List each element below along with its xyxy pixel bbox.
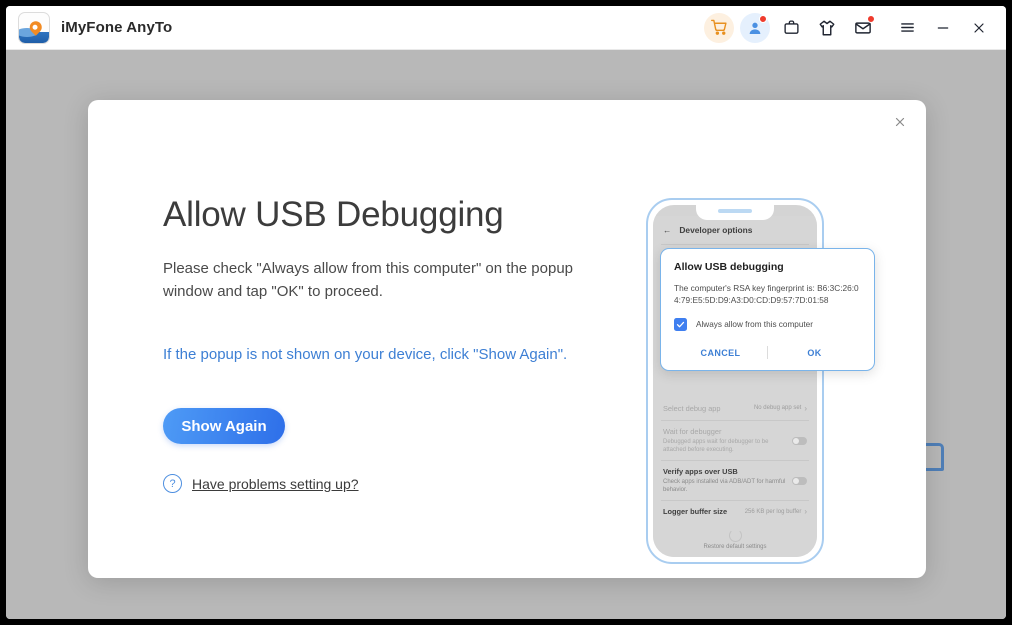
always-allow-checkbox-row[interactable]: Always allow from this computer [674,317,861,331]
question-mark-icon: ? [163,474,182,493]
usb-debugging-modal: Allow USB Debugging Please check "Always… [88,100,926,578]
always-allow-checkbox[interactable] [674,317,687,331]
map-pin-logo-icon [18,11,50,44]
modal-close-icon[interactable] [888,110,912,134]
settings-row-subtitle: Check apps installed via ADB/ADT for har… [663,479,786,494]
minimize-icon[interactable] [928,13,958,43]
modal-content: Allow USB Debugging Please check "Always… [163,195,623,493]
menu-icon[interactable] [892,13,922,43]
phone-notch [696,205,774,220]
settings-row-subtitle: Debugged apps wait for debugger to be at… [663,438,769,454]
settings-header: ← Developer options [661,216,809,244]
settings-row[interactable]: Wait for debugger Debugged apps wait for… [661,419,809,460]
back-arrow-icon[interactable]: ← [663,225,671,235]
help-link-label: Have problems setting up? [192,475,359,492]
app-title: iMyFone AnyTo [61,19,173,36]
dialog-ok-button[interactable]: OK [768,344,861,362]
brand: iMyFone AnyTo [18,11,173,44]
settings-row-title: Select debug app [663,403,721,413]
settings-title: Developer options [679,225,753,235]
page-title: Allow USB Debugging [163,195,504,234]
android-usb-debugging-dialog: Allow USB debugging The computer's RSA k… [660,248,875,371]
dialog-actions: CANCEL OK [674,344,861,362]
restore-defaults-row[interactable]: Restore default settings [661,529,809,550]
settings-row-title: Verify apps over USB [663,467,738,477]
dialog-body-text: The computer's RSA key fingerprint is: B… [674,283,859,306]
app-window: iMyFone AnyTo Allow USB Debugging Please… [6,6,1006,619]
toggle-switch[interactable] [792,436,807,445]
settings-row[interactable]: Logger buffer size 256 KB per log buffer… [661,500,809,523]
hint-text: If the popup is not shown on your device… [163,345,568,363]
settings-row-title: Wait for debugger [663,426,722,436]
page-scrim: Allow USB Debugging Please check "Always… [6,50,1006,619]
dialog-title: Allow USB debugging [674,261,784,273]
toggle-switch[interactable] [792,476,807,485]
close-icon[interactable] [964,13,994,43]
account-icon[interactable] [740,12,770,43]
mail-icon[interactable] [848,13,878,43]
settings-row-value: No debug app set [753,405,802,412]
chevron-right-icon: › [804,507,807,517]
mail-badge-dot [867,14,875,23]
tshirt-icon[interactable] [812,13,842,43]
dialog-cancel-button[interactable]: CANCEL [674,344,767,362]
settings-row-value: 256 KB per log buffer [744,508,802,515]
restore-defaults-label: Restore default settings [703,544,767,551]
loading-spinner-icon [728,529,742,543]
always-allow-label: Always allow from this computer [696,319,813,329]
settings-row-title: Logger buffer size [663,507,728,517]
cart-icon[interactable] [704,12,734,43]
show-again-button[interactable]: Show Again [163,408,285,444]
titlebar: iMyFone AnyTo [6,6,1006,50]
settings-row[interactable]: Verify apps over USB Check apps installe… [661,460,809,500]
settings-row[interactable]: Select debug app No debug app set › [661,398,809,420]
instruction-text: Please check "Always allow from this com… [163,260,574,301]
briefcase-icon[interactable] [776,13,806,43]
account-badge-dot [759,14,767,23]
help-link-row[interactable]: ? Have problems setting up? [163,474,359,493]
titlebar-actions [704,12,994,43]
chevron-right-icon: › [804,403,807,413]
